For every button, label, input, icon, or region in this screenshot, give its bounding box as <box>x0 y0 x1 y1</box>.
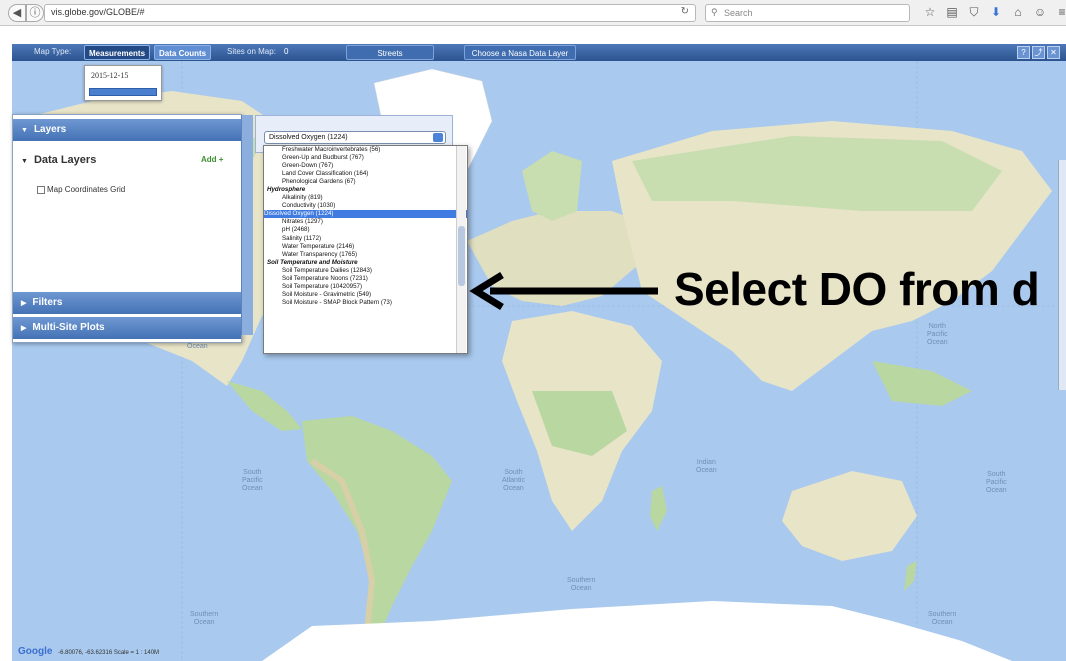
ocean-label: Southern Ocean <box>567 577 596 592</box>
share-icon[interactable]: ⤴ <box>1032 46 1045 59</box>
google-logo: Google <box>18 646 53 657</box>
sites-on-map-label: Sites on Map: <box>227 47 276 56</box>
annotation-text: Select DO from d <box>674 263 1040 315</box>
australia-landmass <box>782 471 917 561</box>
dropdown-option[interactable]: Soil Temperature (10420957) <box>264 283 467 291</box>
download-icon[interactable]: ⬇ <box>988 4 1004 20</box>
central-america-landmass <box>227 381 302 431</box>
dropdown-option[interactable]: Salinity (1172) <box>264 235 467 243</box>
ocean-label: North Pacific Ocean <box>927 323 948 346</box>
dropdown-option[interactable]: pH (2468) <box>264 226 467 234</box>
dropdown-option[interactable]: Alkalinity (819) <box>264 194 467 202</box>
layer-select-value: Dissolved Oxygen (1224) <box>269 134 348 141</box>
zoom-control[interactable] <box>1058 160 1066 390</box>
search-icon: ⚲ <box>711 7 718 17</box>
dropdown-option[interactable]: Soil Temperature Noons (7231) <box>264 275 467 283</box>
map-coordinates-scale: -6.80076, -63.62316 Scale = 1 : 140M <box>58 650 160 656</box>
dropdown-option[interactable]: Conductivity (1030) <box>264 202 467 210</box>
layers-header[interactable]: ▼ Layers <box>13 119 241 141</box>
ocean-label: Southern Ocean <box>190 611 219 626</box>
panel-resize-handle[interactable] <box>241 115 253 335</box>
dropdown-option[interactable]: Green-Down (767) <box>264 162 467 170</box>
checkbox-icon[interactable] <box>37 185 45 194</box>
ocean-label: South Pacific Ocean <box>242 469 263 492</box>
dropdown-option[interactable]: Soil Temperature Dailies (12843) <box>264 267 467 275</box>
dropdown-option[interactable]: Dissolved Oxygen (1224) <box>264 210 467 219</box>
data-layers-title: ▼ Data Layers <box>21 154 96 166</box>
map-toolbar: Map Type: Measurements Data Counts Sites… <box>12 44 1066 61</box>
coord-grid-checkbox[interactable]: Map Coordinates Grid <box>37 185 125 194</box>
data-layers-label: Data Layers <box>33 154 97 166</box>
sites-count: 0 <box>284 47 289 56</box>
back-arrow-icon[interactable]: ◀ <box>8 4 26 22</box>
layers-header-label: Layers <box>33 124 67 135</box>
search-placeholder: Search <box>724 8 753 18</box>
date-slider[interactable] <box>89 88 157 96</box>
filters-header[interactable]: ▶ Filters <box>13 292 241 314</box>
date-value: 2015-12-15 <box>91 71 129 80</box>
tab-measurements[interactable]: Measurements <box>84 45 151 60</box>
scandinavia-landmass <box>522 151 582 221</box>
southeast-asia-landmass <box>872 361 972 406</box>
filters-header-label: Filters <box>32 297 63 308</box>
url-text: vis.globe.gov/GLOBE/# <box>51 7 145 17</box>
tab-data-counts[interactable]: Data Counts <box>154 45 212 60</box>
dropdown-scroll-thumb[interactable] <box>458 226 465 286</box>
expand-triangle-icon: ▶ <box>21 300 27 307</box>
dropdown-option[interactable]: Freshwater Macroinvertebrates (56) <box>264 146 467 154</box>
dropdown-option[interactable]: Soil Moisture - SMAP Block Pattern (73) <box>264 299 467 307</box>
ocean-label: South Atlantic Ocean <box>502 469 525 492</box>
close-icon[interactable]: ✕ <box>1047 46 1060 59</box>
expand-triangle-icon: ▶ <box>21 325 27 332</box>
url-bar[interactable]: vis.globe.gov/GLOBE/# ↻ <box>44 4 696 22</box>
menu-icon[interactable]: ≡ <box>1054 4 1066 20</box>
dropdown-scrollbar[interactable] <box>456 146 466 353</box>
collapse-triangle-icon: ▼ <box>21 127 28 134</box>
multisite-header-label: Multi-Site Plots <box>32 322 105 333</box>
pocket-icon[interactable]: ⛉ <box>966 4 982 20</box>
madagascar-landmass <box>650 486 667 531</box>
layer-dropdown-list: Freshwater Macroinvertebrates (56) Green-… <box>263 145 468 354</box>
south-america-landmass <box>302 416 452 641</box>
annotation-arrow <box>469 272 658 310</box>
new-zealand-landmass <box>904 561 917 591</box>
dropdown-option[interactable]: Nitrates (1297) <box>264 218 467 226</box>
home-icon[interactable]: ⌂ <box>1010 4 1026 20</box>
add-layer-link[interactable]: Add + <box>201 155 223 164</box>
date-widget: 2015-12-15 <box>84 65 162 101</box>
dropdown-option[interactable]: Soil Moisture - Gravimetric (549) <box>264 291 467 299</box>
map-type-label: Map Type: <box>34 47 72 56</box>
ocean-label: Ocean <box>187 343 208 350</box>
layer-select[interactable]: Dissolved Oxygen (1224) <box>264 131 446 144</box>
ocean-label: Indian Ocean <box>696 459 717 474</box>
help-icon[interactable]: ? <box>1017 46 1030 59</box>
bookmark-star-icon[interactable]: ☆ <box>922 4 938 20</box>
dropdown-option[interactable]: Green-Up and Budburst (767) <box>264 154 467 162</box>
bookmarks-list-icon[interactable]: ▤ <box>944 4 960 20</box>
browser-search-input[interactable]: ⚲ Search <box>705 4 910 22</box>
reload-icon[interactable]: ↻ <box>681 6 689 17</box>
layers-panel: ▼ Layers ▼ Data Layers Add + Map Coordinat… <box>12 114 253 343</box>
expand-triangle-icon: ▼ <box>21 158 28 165</box>
nav-buttons: ◀ ⓘ <box>8 4 44 22</box>
browser-toolbar-icons: ☆ ▤ ⛉ ⬇ ⌂ ☺ ≡ <box>922 4 1066 20</box>
coord-grid-label: Map Coordinates Grid <box>47 185 126 194</box>
info-icon[interactable]: ⓘ <box>26 4 44 22</box>
select-arrow-icon[interactable] <box>433 133 443 142</box>
dropdown-option[interactable]: Phenological Gardens (67) <box>264 178 467 186</box>
nasa-layer-button[interactable]: Choose a Nasa Data Layer <box>464 45 576 60</box>
map-credit: Google -6.80076, -63.62316 Scale = 1 : 1… <box>18 646 159 657</box>
multisite-header[interactable]: ▶ Multi-Site Plots <box>13 317 241 339</box>
dropdown-option[interactable]: Land Cover Classification (164) <box>264 170 467 178</box>
ocean-label: Southern Ocean <box>928 611 957 626</box>
streets-button[interactable]: Streets <box>346 45 434 60</box>
browser-toolbar: ◀ ⓘ vis.globe.gov/GLOBE/# ↻ ⚲ Search ☆ ▤… <box>0 0 1066 26</box>
ocean-label: South Pacific Ocean <box>986 471 1007 494</box>
dropdown-option[interactable]: Water Transparency (1765) <box>264 251 467 259</box>
dropdown-group-header: Hydrosphere <box>267 186 306 194</box>
dropdown-option[interactable]: Water Temperature (2146) <box>264 243 467 251</box>
dropdown-group-header: Soil Temperature and Moisture <box>267 258 358 266</box>
chat-icon[interactable]: ☺ <box>1032 4 1048 20</box>
